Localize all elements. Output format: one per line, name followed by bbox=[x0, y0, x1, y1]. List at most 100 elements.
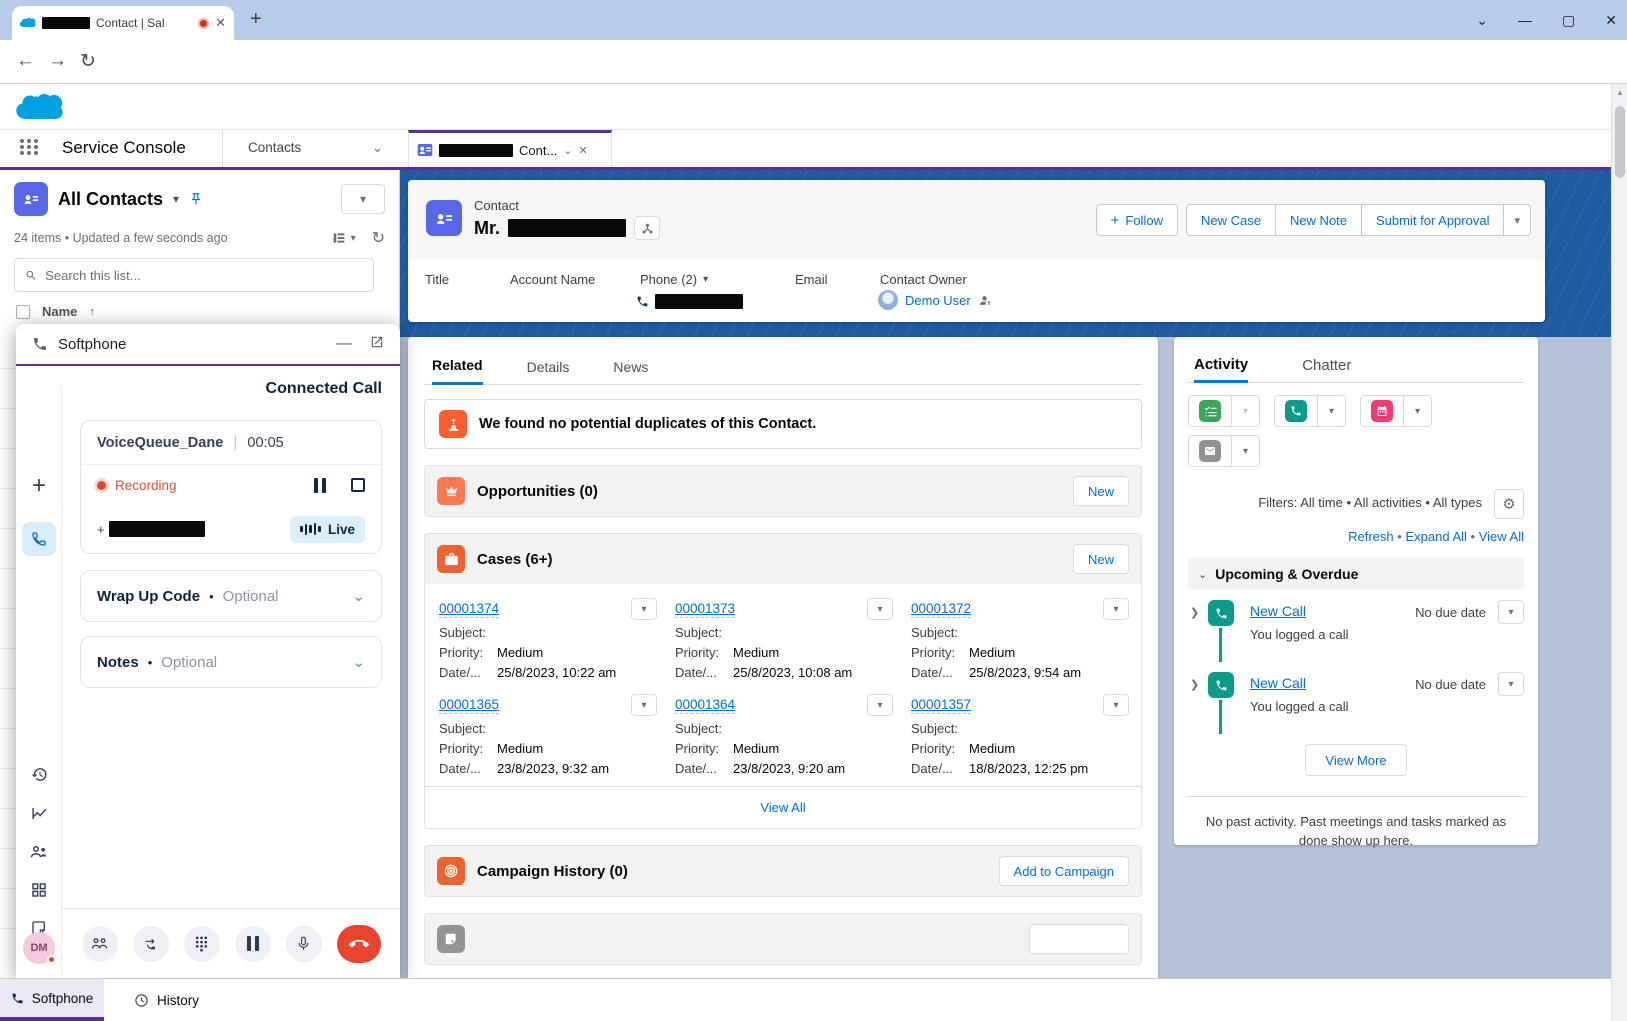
expand-item-icon[interactable]: ❯ bbox=[1190, 678, 1199, 691]
dialpad-button[interactable] bbox=[184, 926, 220, 962]
campaign-title[interactable]: Campaign History (0) bbox=[477, 863, 628, 880]
softphone-header[interactable]: Softphone — bbox=[16, 324, 400, 364]
cases-title[interactable]: Cases (6+) bbox=[477, 551, 552, 568]
window-minimize-icon[interactable]: — bbox=[1518, 12, 1532, 28]
case-number-link[interactable]: 00001364 bbox=[675, 697, 735, 714]
cases-view-all-link[interactable]: View All bbox=[425, 786, 1141, 828]
list-actions-button[interactable]: ▾ bbox=[341, 184, 385, 214]
case-actions-dropdown-icon[interactable]: ▾ bbox=[867, 694, 893, 716]
cases-icon[interactable] bbox=[437, 545, 465, 573]
directory-icon[interactable] bbox=[30, 844, 48, 860]
partial-section-button[interactable] bbox=[1029, 924, 1129, 954]
end-call-button[interactable] bbox=[337, 925, 381, 963]
case-number-link[interactable]: 00001357 bbox=[911, 697, 971, 714]
follow-button[interactable]: +Follow bbox=[1096, 204, 1178, 236]
column-name-label[interactable]: Name bbox=[42, 304, 77, 319]
scrollbar-thumb[interactable] bbox=[1615, 106, 1625, 178]
log-call-button[interactable] bbox=[1274, 395, 1318, 427]
utility-tab-softphone[interactable]: Softphone bbox=[0, 979, 104, 1021]
softphone-minimize-icon[interactable]: — bbox=[336, 335, 352, 353]
list-view-dropdown-icon[interactable]: ▾ bbox=[173, 192, 179, 206]
notes-expand-icon[interactable]: ⌄ bbox=[352, 653, 365, 671]
refresh-icon[interactable]: ↻ bbox=[372, 228, 385, 248]
stop-recording-icon[interactable] bbox=[351, 478, 365, 492]
more-actions-dropdown-icon[interactable]: ▾ bbox=[1504, 204, 1531, 236]
notes-section[interactable]: Notes • Optional ⌄ bbox=[80, 636, 382, 688]
opportunities-icon[interactable] bbox=[437, 477, 465, 505]
browser-tab[interactable]: Contact | Sal ✕ bbox=[12, 6, 234, 40]
tab-activity[interactable]: Activity bbox=[1194, 349, 1248, 383]
pause-recording-icon[interactable] bbox=[314, 478, 326, 493]
email-button[interactable] bbox=[1188, 435, 1232, 467]
nav-tab-contacts[interactable]: Contacts bbox=[248, 140, 301, 155]
window-maximize-icon[interactable]: ▢ bbox=[1562, 12, 1575, 29]
window-close-icon[interactable]: ✕ bbox=[1605, 12, 1617, 29]
submit-approval-button[interactable]: Submit for Approval bbox=[1362, 204, 1504, 236]
tab-search-icon[interactable]: ⌄ bbox=[1476, 12, 1488, 29]
utility-tab-history[interactable]: History bbox=[118, 979, 215, 1021]
hold-button[interactable] bbox=[235, 926, 271, 962]
case-actions-dropdown-icon[interactable]: ▾ bbox=[631, 694, 657, 716]
page-scrollbar[interactable]: ▲ bbox=[1611, 84, 1627, 1021]
new-event-button[interactable] bbox=[1360, 395, 1404, 427]
field-phone-label[interactable]: Phone (2)▾ bbox=[640, 272, 708, 287]
wrapup-code-section[interactable]: Wrap Up Code • Optional ⌄ bbox=[80, 570, 382, 622]
activity-title-link[interactable]: New Call bbox=[1250, 603, 1306, 619]
apps-grid-icon[interactable] bbox=[31, 882, 47, 898]
activity-settings-gear-icon[interactable]: ⚙ bbox=[1494, 489, 1524, 519]
popout-icon[interactable] bbox=[370, 335, 384, 349]
upcoming-overdue-header[interactable]: ⌄ Upcoming & Overdue bbox=[1188, 558, 1524, 590]
case-number-link[interactable]: 00001365 bbox=[439, 697, 499, 714]
mute-button[interactable] bbox=[286, 926, 322, 962]
opportunities-new-button[interactable]: New bbox=[1073, 476, 1129, 506]
tab-close-icon[interactable]: ✕ bbox=[215, 15, 226, 31]
app-launcher-icon[interactable] bbox=[20, 139, 39, 155]
event-dropdown-icon[interactable]: ▾ bbox=[1404, 395, 1432, 427]
collapse-icon[interactable]: ⌄ bbox=[1198, 568, 1207, 581]
workspace-subtab[interactable]: Cont... ⌄ ✕ bbox=[408, 130, 612, 167]
view-more-button[interactable]: View More bbox=[1305, 744, 1407, 776]
task-dropdown-icon[interactable]: ▾ bbox=[1232, 395, 1260, 427]
conference-button[interactable] bbox=[82, 926, 118, 962]
email-dropdown-icon[interactable]: ▾ bbox=[1232, 435, 1260, 467]
pin-icon[interactable] bbox=[189, 192, 203, 206]
list-view-title[interactable]: All Contacts bbox=[58, 189, 163, 210]
new-call-plus-icon[interactable]: + bbox=[16, 472, 62, 500]
activity-title-link[interactable]: New Call bbox=[1250, 675, 1306, 691]
new-case-button[interactable]: New Case bbox=[1186, 204, 1276, 236]
forward-icon[interactable]: → bbox=[48, 50, 67, 72]
phone-dropdown-icon[interactable]: ▾ bbox=[703, 274, 708, 285]
activity-actions-dropdown-icon[interactable]: ▾ bbox=[1498, 600, 1524, 624]
case-number-link[interactable]: 00001372 bbox=[911, 601, 971, 618]
stats-icon[interactable] bbox=[31, 805, 48, 822]
scroll-up-icon[interactable]: ▲ bbox=[1612, 88, 1627, 97]
new-tab-button[interactable]: + bbox=[250, 8, 262, 31]
case-actions-dropdown-icon[interactable]: ▾ bbox=[867, 598, 893, 620]
nav-tab-dropdown-icon[interactable]: ⌄ bbox=[372, 140, 383, 156]
owner-link[interactable]: Demo User bbox=[905, 293, 971, 308]
call-dropdown-icon[interactable]: ▾ bbox=[1318, 395, 1346, 427]
transfer-button[interactable] bbox=[133, 926, 169, 962]
tab-chatter[interactable]: Chatter bbox=[1302, 349, 1351, 383]
cases-new-button[interactable]: New bbox=[1073, 544, 1129, 574]
agent-avatar[interactable]: DM bbox=[23, 932, 55, 964]
campaign-icon[interactable] bbox=[437, 857, 465, 885]
case-actions-dropdown-icon[interactable]: ▾ bbox=[1103, 598, 1129, 620]
phone-value[interactable] bbox=[636, 294, 743, 309]
reload-icon[interactable]: ↻ bbox=[80, 50, 96, 73]
tab-related[interactable]: Related bbox=[432, 349, 483, 385]
list-search-box[interactable] bbox=[14, 258, 374, 292]
active-call-tab-icon[interactable] bbox=[22, 522, 56, 556]
list-search-input[interactable] bbox=[45, 268, 363, 283]
add-to-campaign-button[interactable]: Add to Campaign bbox=[999, 856, 1129, 886]
select-all-checkbox[interactable] bbox=[16, 305, 30, 319]
opportunities-title[interactable]: Opportunities (0) bbox=[477, 483, 598, 500]
case-number-link[interactable]: 00001373 bbox=[675, 601, 735, 618]
display-as-dropdown-icon[interactable]: ▾ bbox=[351, 233, 356, 244]
display-as-icon[interactable] bbox=[331, 230, 347, 246]
case-actions-dropdown-icon[interactable]: ▾ bbox=[1103, 694, 1129, 716]
call-history-icon[interactable] bbox=[31, 766, 48, 783]
expand-all-link[interactable]: Expand All bbox=[1405, 529, 1466, 544]
expand-item-icon[interactable]: ❯ bbox=[1190, 606, 1199, 619]
subtab-close-icon[interactable]: ✕ bbox=[579, 144, 588, 157]
